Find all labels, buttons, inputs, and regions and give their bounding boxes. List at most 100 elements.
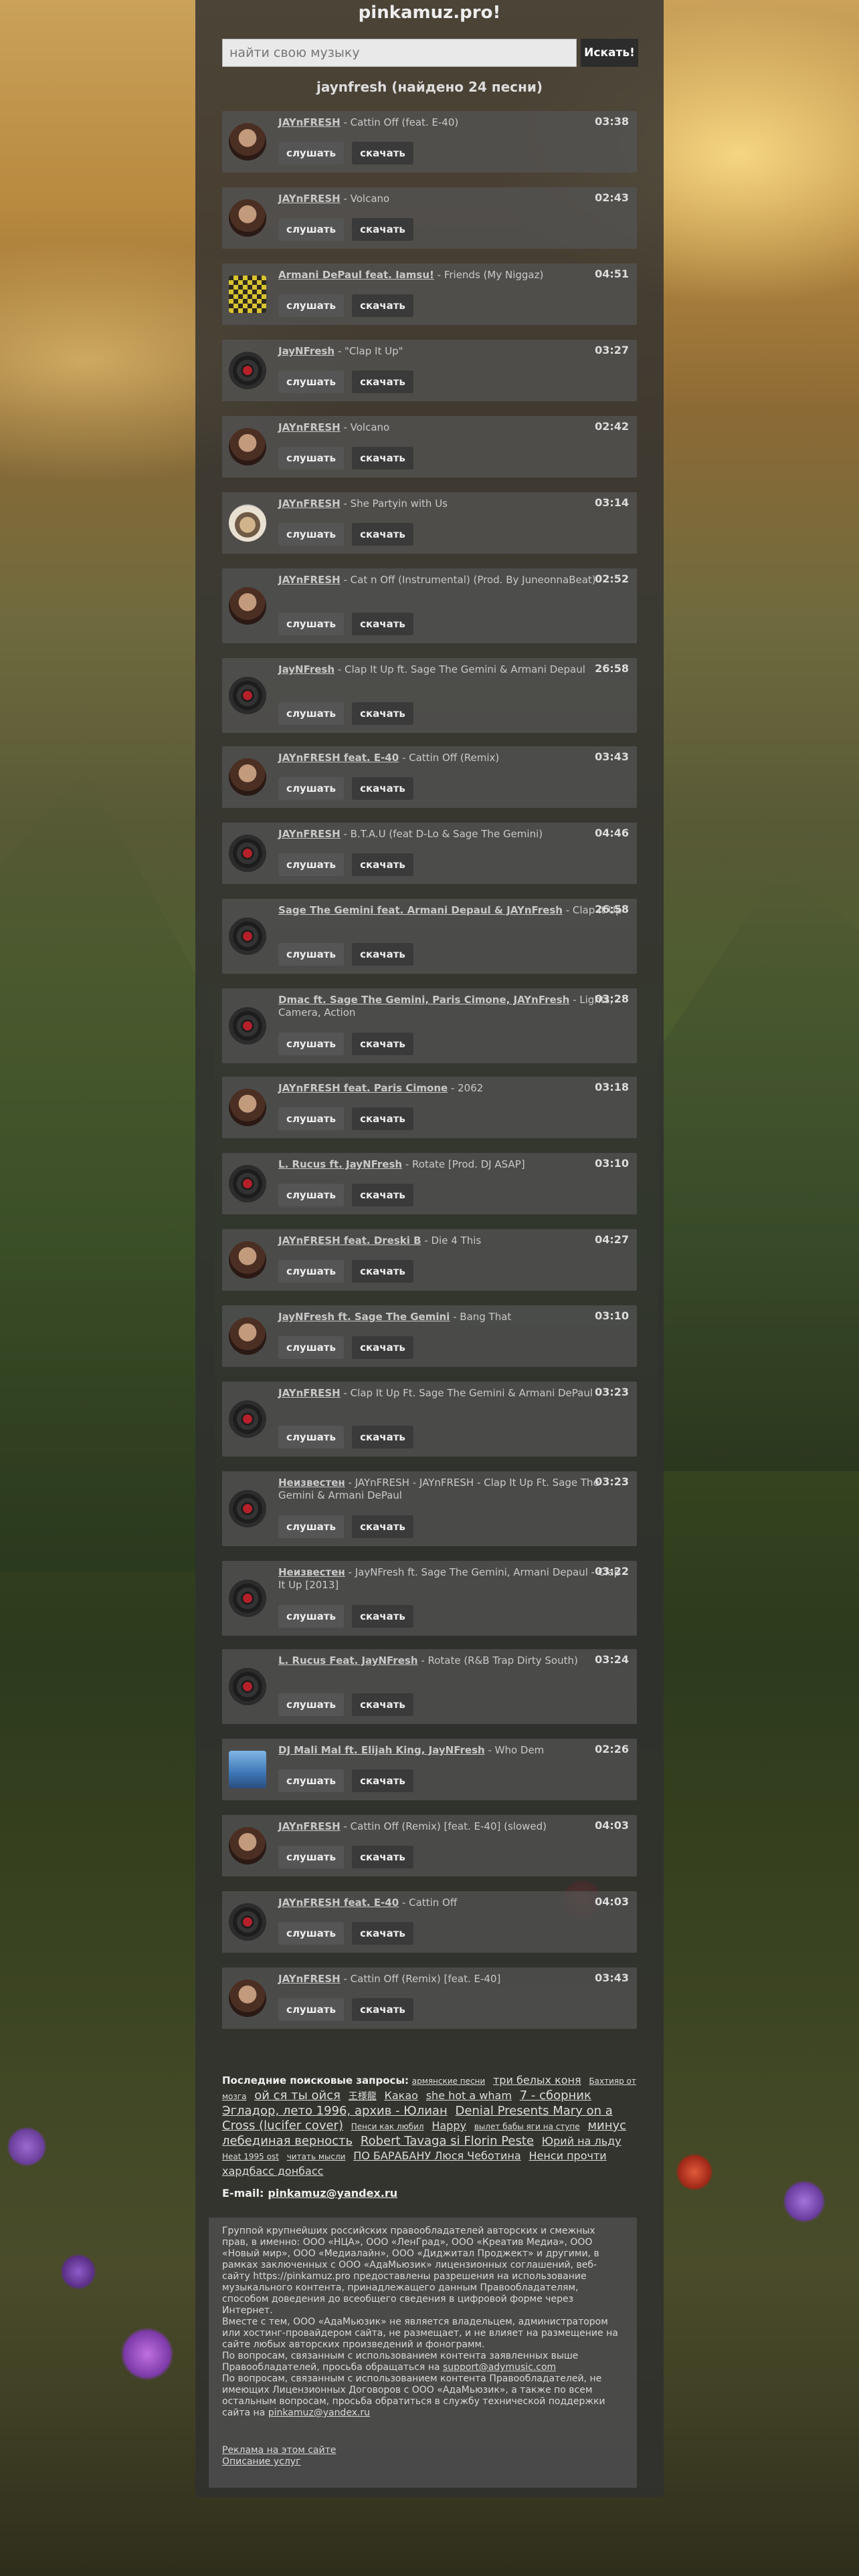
recent-query-link[interactable]: Ненси прочти — [529, 2149, 606, 2162]
recent-query-link[interactable]: Robert Tavaga si Florin Peste — [361, 2134, 534, 2148]
song-artist-link[interactable]: Sage The Gemini feat. Armani Depaul & JA… — [278, 904, 563, 916]
recent-query-link[interactable]: she hot a wham — [426, 2089, 512, 2102]
download-button[interactable]: скачать — [352, 1336, 413, 1359]
listen-button[interactable]: слушать — [278, 613, 344, 635]
listen-button[interactable]: слушать — [278, 1033, 344, 1055]
listen-button[interactable]: слушать — [278, 1693, 344, 1716]
song-artist-link[interactable]: L. Rucus Feat. JayNFresh — [278, 1654, 418, 1667]
song-artist-link[interactable]: JAYnFRESH feat. Paris Cimone — [278, 1082, 448, 1094]
recent-query-link[interactable]: 7 - сборник — [520, 2088, 591, 2103]
listen-button[interactable]: слушать — [278, 702, 344, 725]
recent-query-link[interactable]: хардбасс донбасс — [222, 2165, 323, 2177]
download-button[interactable]: скачать — [352, 447, 413, 469]
download-button[interactable]: скачать — [352, 1260, 413, 1283]
download-button[interactable]: скачать — [352, 1184, 413, 1206]
download-button[interactable]: скачать — [352, 1846, 413, 1868]
recent-query-link[interactable]: Happy — [432, 2119, 466, 2132]
download-button[interactable]: скачать — [352, 294, 413, 317]
listen-button[interactable]: слушать — [278, 1998, 344, 2021]
recent-query-link[interactable]: армянские песни — [412, 2076, 485, 2086]
listen-button[interactable]: слушать — [278, 218, 344, 241]
song-artist-link[interactable]: JAYnFRESH — [278, 1387, 341, 1399]
song-artist-link[interactable]: JayNFresh — [278, 663, 335, 675]
download-button[interactable]: скачать — [352, 1605, 413, 1628]
song-artist-link[interactable]: JAYnFRESH — [278, 421, 341, 433]
download-button[interactable]: скачать — [352, 523, 413, 546]
song-artist-link[interactable]: JAYnFRESH feat. Dreski B — [278, 1235, 421, 1247]
listen-button[interactable]: слушать — [278, 1769, 344, 1792]
search-input[interactable] — [222, 39, 577, 67]
support-email-link[interactable]: support@adymusic.com — [443, 2362, 556, 2373]
download-button[interactable]: скачать — [352, 1107, 413, 1130]
services-link[interactable]: Описание услуг — [222, 2456, 336, 2468]
download-button[interactable]: скачать — [352, 1515, 413, 1538]
listen-button[interactable]: слушать — [278, 447, 344, 469]
listen-button[interactable]: слушать — [278, 1260, 344, 1283]
song-artist-link[interactable]: JayNFresh — [278, 345, 335, 357]
download-button[interactable]: скачать — [352, 370, 413, 393]
song-artist-link[interactable]: JAYnFRESH feat. E-40 — [278, 752, 399, 764]
song-cover-icon — [229, 504, 266, 542]
song-artist-link[interactable]: JAYnFRESH — [278, 193, 341, 205]
song-artist-link[interactable]: JAYnFRESH — [278, 1820, 341, 1832]
listen-button[interactable]: слушать — [278, 1515, 344, 1538]
download-button[interactable]: скачать — [352, 777, 413, 800]
song-artist-link[interactable]: L. Rucus ft. JayNFresh — [278, 1158, 402, 1170]
listen-button[interactable]: слушать — [278, 142, 344, 165]
recent-query-link[interactable]: 王様龍 — [349, 2091, 377, 2102]
support-email-link[interactable]: pinkamuz@yandex.ru — [268, 2407, 370, 2418]
song-artist-link[interactable]: JAYnFRESH — [278, 574, 341, 586]
listen-button[interactable]: слушать — [278, 853, 344, 876]
download-button[interactable]: скачать — [352, 702, 413, 725]
download-button[interactable]: скачать — [352, 853, 413, 876]
listen-button[interactable]: слушать — [278, 1426, 344, 1448]
recent-query-link[interactable]: три белых коня — [493, 2074, 581, 2086]
recent-query-link[interactable]: ПО БАРАБАНУ Люся Чеботина — [353, 2149, 520, 2162]
download-button[interactable]: скачать — [352, 1922, 413, 1945]
listen-button[interactable]: слушать — [278, 1336, 344, 1359]
listen-button[interactable]: слушать — [278, 370, 344, 393]
recent-query-link[interactable]: Эгладор, лето 1996, архив - Юлиан — [222, 2104, 448, 2118]
recent-query-link[interactable]: вылет бабы яги на ступе — [474, 2122, 580, 2131]
download-button[interactable]: скачать — [352, 1769, 413, 1792]
listen-button[interactable]: слушать — [278, 294, 344, 317]
song-artist-link[interactable]: DJ Mali Mal ft. Elijah King, JayNFresh — [278, 1744, 485, 1756]
download-button[interactable]: скачать — [352, 1426, 413, 1448]
listen-button[interactable]: слушать — [278, 943, 344, 966]
listen-button[interactable]: слушать — [278, 1922, 344, 1945]
listen-button[interactable]: слушать — [278, 777, 344, 800]
download-button[interactable]: скачать — [352, 142, 413, 165]
song-artist-link[interactable]: JayNFresh ft. Sage The Gemini — [278, 1311, 450, 1323]
song-artist-link[interactable]: JAYnFRESH — [278, 1973, 341, 1985]
song-artist-link[interactable]: JAYnFRESH — [278, 828, 341, 840]
download-button[interactable]: скачать — [352, 613, 413, 635]
recent-query-link[interactable]: ой ся ты ойся — [254, 2088, 341, 2103]
download-button[interactable]: скачать — [352, 1998, 413, 2021]
listen-button[interactable]: слушать — [278, 523, 344, 546]
song-artist-link[interactable]: JAYnFRESH — [278, 498, 341, 510]
download-button[interactable]: скачать — [352, 218, 413, 241]
download-button[interactable]: скачать — [352, 943, 413, 966]
song-cover-icon — [229, 1165, 266, 1202]
recent-query-link[interactable]: читать мысли — [287, 2152, 346, 2161]
ads-link[interactable]: Реклама на этом сайте — [222, 2445, 336, 2456]
recent-query-link[interactable]: Какао — [385, 2089, 418, 2102]
song-artist-link[interactable]: Неизвестен — [278, 1566, 345, 1578]
listen-button[interactable]: слушать — [278, 1107, 344, 1130]
recent-query-link[interactable]: Пенси как любил — [351, 2122, 424, 2131]
recent-query-link[interactable]: Heat 1995 ost — [222, 2152, 279, 2161]
search-button[interactable]: Искать! — [581, 39, 638, 67]
song-artist-link[interactable]: Неизвестен — [278, 1477, 345, 1489]
listen-button[interactable]: слушать — [278, 1184, 344, 1206]
email-link[interactable]: pinkamuz@yandex.ru — [268, 2187, 397, 2199]
listen-button[interactable]: слушать — [278, 1605, 344, 1628]
listen-button[interactable]: слушать — [278, 1846, 344, 1868]
download-button[interactable]: скачать — [352, 1033, 413, 1055]
site-title[interactable]: pinkamuz.pro! — [195, 3, 664, 23]
song-artist-link[interactable]: JAYnFRESH — [278, 116, 341, 128]
recent-query-link[interactable]: Юрий на льду — [542, 2135, 622, 2147]
download-button[interactable]: скачать — [352, 1693, 413, 1716]
song-artist-link[interactable]: Armani DePaul feat. Iamsu! — [278, 269, 434, 281]
song-artist-link[interactable]: Dmac ft. Sage The Gemini, Paris Cimone, … — [278, 994, 569, 1006]
song-artist-link[interactable]: JAYnFRESH feat. E-40 — [278, 1897, 399, 1909]
